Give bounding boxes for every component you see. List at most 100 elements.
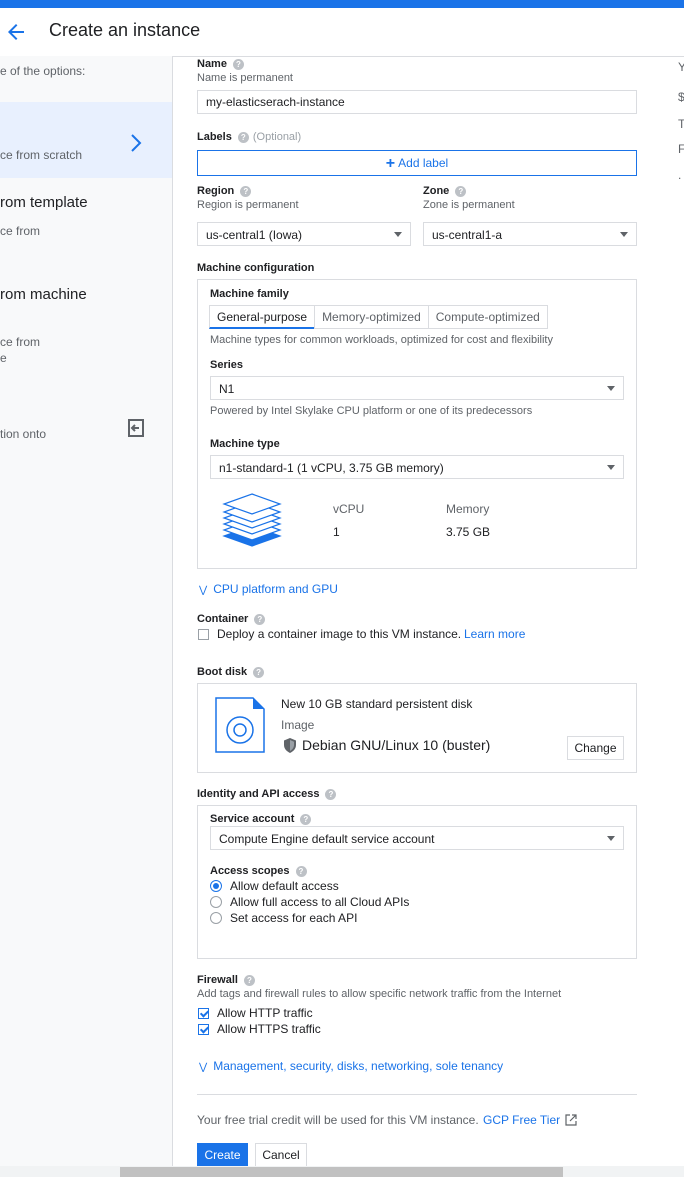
plus-icon: +: [385, 154, 396, 172]
chevron-down-icon: ⋁: [199, 585, 208, 596]
top-accent-bar: [0, 0, 684, 8]
help-icon[interactable]: ?: [253, 666, 265, 678]
gcp-free-tier-link[interactable]: GCP Free Tier: [483, 1113, 560, 1127]
help-icon[interactable]: ?: [325, 788, 337, 800]
chevron-right-icon: [128, 132, 144, 154]
option-from-machine-image[interactable]: rom machine ce from e: [0, 278, 172, 368]
service-account-select[interactable]: Compute Engine default service account: [210, 826, 624, 850]
boot-disk-title: New 10 GB standard persistent disk: [281, 697, 473, 711]
creation-options-panel: e of the options: ce from scratch rom te…: [0, 56, 173, 1177]
series-desc: Powered by Intel Skylake CPU platform or…: [210, 405, 533, 417]
region-select[interactable]: us-central1 (Iowa): [197, 222, 411, 246]
peek-char: .: [678, 168, 682, 182]
allow-https-label: Allow HTTPS traffic: [217, 1022, 321, 1036]
shield-icon: [283, 738, 297, 758]
help-icon[interactable]: ?: [232, 58, 244, 70]
container-label: Container?: [197, 613, 266, 625]
back-arrow-icon[interactable]: [4, 20, 28, 44]
help-icon[interactable]: ?: [295, 865, 307, 877]
migrate-icon: [126, 418, 146, 438]
memory-label: Memory: [446, 502, 490, 516]
divider: [197, 1094, 637, 1095]
boot-disk-label: Boot disk?: [197, 666, 265, 678]
add-label-button[interactable]: + Add label: [197, 150, 637, 176]
dropdown-caret-icon: [394, 232, 402, 237]
machine-config-label: Machine configuration: [197, 262, 315, 274]
vcpu-value: 1: [333, 525, 340, 539]
chevron-down-icon: ⋁: [199, 1062, 208, 1073]
option-migrate-desc: tion onto: [0, 427, 47, 441]
peek-char: T: [678, 117, 684, 131]
learn-more-link[interactable]: Learn more: [464, 627, 525, 641]
create-button[interactable]: Create: [197, 1143, 248, 1167]
machine-type-select[interactable]: n1-standard-1 (1 vCPU, 3.75 GB memory): [210, 455, 624, 479]
identity-api-label: Identity and API access?: [197, 788, 337, 800]
management-security-link[interactable]: ⋁ Management, security, disks, networking…: [199, 1059, 503, 1073]
change-boot-disk-button[interactable]: Change: [567, 736, 624, 760]
cancel-button[interactable]: Cancel: [255, 1143, 307, 1167]
tab-general-purpose[interactable]: General-purpose: [209, 305, 316, 329]
labels-label: Labels? (Optional): [197, 131, 302, 143]
machine-type-label: Machine type: [210, 438, 280, 450]
deploy-container-checkbox[interactable]: [198, 629, 209, 640]
instance-name-input[interactable]: [197, 90, 637, 114]
help-icon[interactable]: ?: [237, 131, 249, 143]
help-icon[interactable]: ?: [243, 974, 255, 986]
region-label: Region?: [197, 185, 252, 197]
memory-value: 3.75 GB: [446, 525, 491, 539]
zone-label: Zone?: [423, 185, 467, 197]
option-new-vm-desc: ce from scratch: [0, 148, 83, 162]
deploy-container-text: Deploy a container image to this VM inst…: [217, 627, 462, 641]
name-label: Name?: [197, 58, 244, 70]
name-sublabel: Name is permanent: [197, 72, 293, 84]
allow-http-checkbox[interactable]: [198, 1008, 209, 1019]
option-from-machine-desc-2: e: [0, 351, 7, 365]
scrollbar-thumb[interactable]: [120, 1167, 563, 1177]
options-intro: e of the options:: [0, 64, 86, 78]
help-icon[interactable]: ?: [240, 185, 252, 197]
radio-full-access[interactable]: [210, 896, 222, 908]
dropdown-caret-icon: [607, 465, 615, 470]
firewall-desc: Add tags and firewall rules to allow spe…: [197, 988, 562, 1000]
machine-family-desc: Machine types for common workloads, opti…: [210, 334, 553, 346]
tab-memory-optimized[interactable]: Memory-optimized: [314, 305, 429, 329]
help-icon[interactable]: ?: [300, 813, 312, 825]
page-title: Create an instance: [49, 20, 201, 40]
option-from-template-desc: ce from: [0, 224, 41, 238]
vcpu-label: vCPU: [333, 502, 365, 516]
dropdown-caret-icon: [620, 232, 628, 237]
option-from-template-title: rom template: [0, 194, 88, 211]
series-select[interactable]: N1: [210, 376, 624, 400]
dropdown-caret-icon: [607, 386, 615, 391]
series-label: Series: [210, 359, 244, 371]
option-new-vm[interactable]: ce from scratch: [0, 102, 172, 178]
option-from-template[interactable]: rom template ce from: [0, 186, 172, 256]
peek-char: $: [678, 90, 684, 104]
boot-disk-image-value: Debian GNU/Linux 10 (buster): [302, 737, 491, 753]
external-link-icon[interactable]: [565, 1113, 577, 1131]
firewall-label: Firewall?: [197, 974, 255, 986]
allow-https-checkbox[interactable]: [198, 1024, 209, 1035]
allow-http-label: Allow HTTP traffic: [217, 1006, 313, 1020]
peek-char: Y: [678, 60, 684, 74]
tab-compute-optimized[interactable]: Compute-optimized: [427, 305, 548, 329]
access-scopes-label: Access scopes?: [210, 865, 307, 877]
zone-select[interactable]: us-central1-a: [423, 222, 637, 246]
service-account-label: Service account?: [210, 813, 312, 825]
option-migrate[interactable]: tion onto: [0, 416, 172, 446]
boot-disk-image-label: Image: [281, 718, 315, 732]
free-trial-text: Your free trial credit will be used for …: [197, 1113, 479, 1127]
cpu-platform-gpu-link[interactable]: ⋁ CPU platform and GPU: [199, 582, 338, 596]
radio-per-api-access[interactable]: [210, 912, 222, 924]
help-icon[interactable]: ?: [254, 613, 266, 625]
scope-each-label: Set access for each API: [230, 911, 358, 925]
option-from-machine-title: rom machine: [0, 286, 87, 303]
peek-char: F: [678, 142, 684, 156]
help-icon[interactable]: ?: [455, 185, 467, 197]
radio-default-access[interactable]: [210, 880, 222, 892]
disk-icon: [215, 697, 265, 758]
machine-family-tabs: General-purpose Memory-optimized Compute…: [209, 305, 548, 329]
zone-sublabel: Zone is permanent: [423, 199, 515, 211]
scope-full-label: Allow full access to all Cloud APIs: [230, 895, 410, 909]
option-from-machine-desc: ce from: [0, 335, 41, 349]
